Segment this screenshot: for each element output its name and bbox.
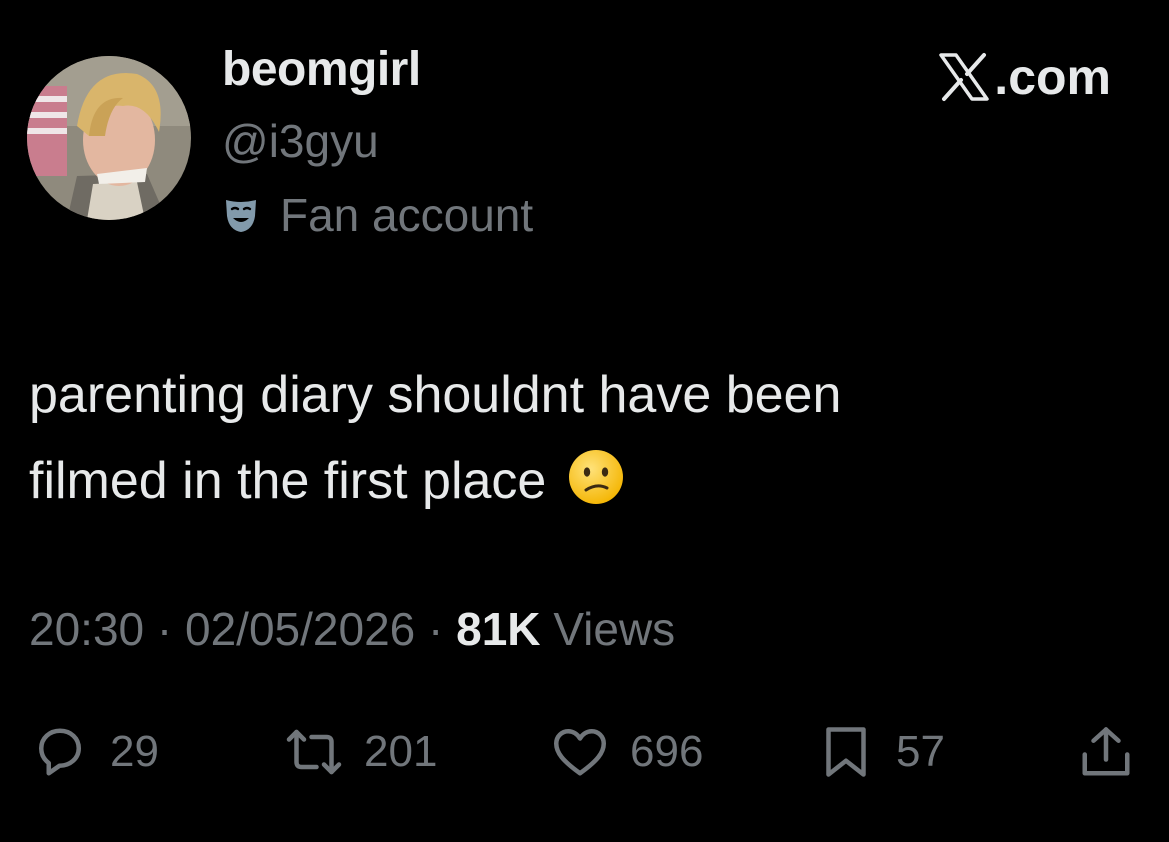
- account-label: Fan account: [222, 188, 533, 242]
- account-label-text: Fan account: [280, 189, 534, 241]
- bookmark-count: 57: [896, 727, 945, 776]
- brand-watermark: .com: [938, 48, 1111, 106]
- display-name[interactable]: beomgirl: [222, 42, 421, 97]
- tweet-time[interactable]: 20:30: [29, 603, 144, 655]
- bookmark-icon: [826, 727, 866, 777]
- tweet-line: parenting diary shouldnt have been: [29, 366, 842, 424]
- bookmark-button[interactable]: 57: [816, 712, 945, 792]
- repost-button[interactable]: 201: [284, 712, 437, 792]
- share-icon: [1082, 727, 1130, 776]
- views-count[interactable]: 81K: [456, 603, 540, 655]
- tweet-text: parenting diary shouldnt have been filme…: [29, 352, 1109, 524]
- reply-icon: [39, 728, 81, 776]
- reply-count: 29: [110, 727, 159, 776]
- like-count: 696: [630, 727, 704, 776]
- tweet-date[interactable]: 02/05/2026: [185, 603, 415, 655]
- repost-icon: [286, 729, 342, 775]
- brand-text: .com: [994, 49, 1111, 105]
- confused-face-emoji: [568, 450, 623, 504]
- views-label[interactable]: Views: [553, 603, 675, 655]
- tweet-line-text: filmed in the first place: [29, 452, 547, 510]
- reply-button[interactable]: 29: [30, 712, 159, 792]
- avatar[interactable]: [27, 56, 191, 220]
- user-handle[interactable]: @i3gyu: [222, 114, 379, 168]
- tweet-meta: 20:30 · 02/05/2026 · 81K Views: [29, 602, 675, 656]
- like-button[interactable]: 696: [550, 712, 703, 792]
- meta-separator: ·: [156, 603, 173, 655]
- repost-count: 201: [364, 727, 438, 776]
- meta-separator: ·: [428, 603, 444, 655]
- theater-mask-icon: [226, 200, 256, 232]
- tweet-line: filmed in the first place: [29, 438, 1109, 524]
- x-logo-icon: [939, 53, 990, 101]
- share-button[interactable]: [1076, 712, 1136, 792]
- heart-icon: [554, 729, 606, 776]
- action-bar: 29 201 696 57: [0, 712, 1169, 792]
